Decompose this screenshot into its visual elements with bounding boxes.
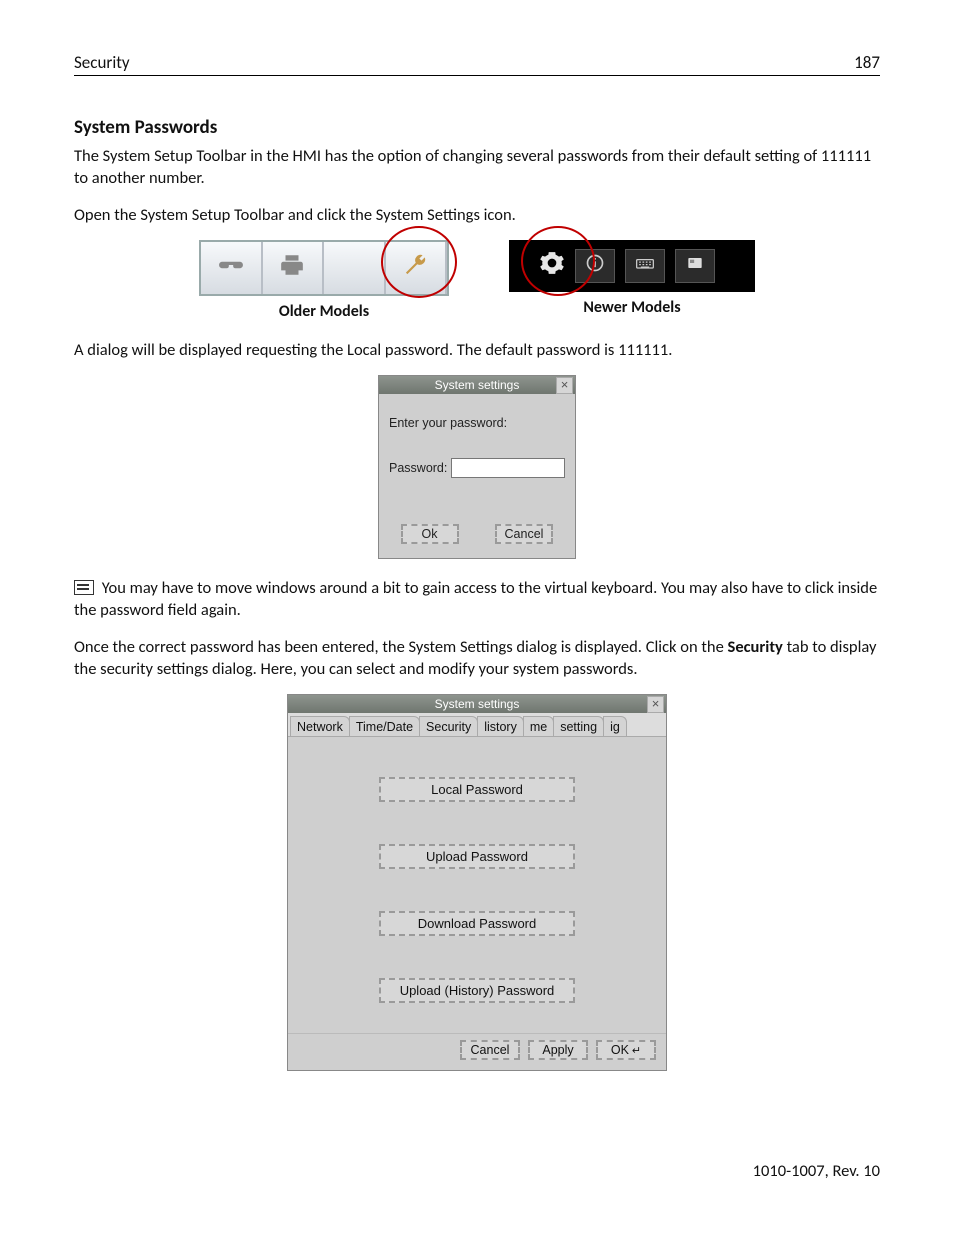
note-text: You may have to move windows around a bi… xyxy=(74,578,877,620)
tab-security[interactable]: Security xyxy=(419,716,478,736)
older-toolbar xyxy=(199,240,449,296)
newer-toolbar xyxy=(509,240,755,292)
paragraph: Once the correct password has been enter… xyxy=(74,636,880,681)
header-section: Security xyxy=(74,52,130,73)
toolbar-button[interactable] xyxy=(575,249,615,283)
paragraph: A dialog will be displayed requesting th… xyxy=(74,339,880,361)
enter-icon: ↵ xyxy=(632,1045,641,1057)
dialog-titlebar: System settings × xyxy=(379,376,575,394)
paragraph: The System Setup Toolbar in the HMI has … xyxy=(74,145,880,190)
toolbar-examples: Older Models xyxy=(74,240,880,321)
note-icon xyxy=(74,580,94,595)
tab-partial[interactable]: ig xyxy=(603,716,627,736)
gear-icon[interactable] xyxy=(539,250,565,281)
wrench-icon xyxy=(402,252,428,283)
toolbar-button[interactable] xyxy=(675,249,715,283)
caption-newer: Newer Models xyxy=(509,298,755,317)
settings-toolbar-button[interactable] xyxy=(386,242,448,294)
toolbar-button[interactable] xyxy=(263,242,325,294)
password-label: Password: xyxy=(389,461,447,475)
printer-icon xyxy=(279,252,305,283)
section-title: System Passwords xyxy=(74,116,880,139)
dialog-prompt: Enter your password: xyxy=(389,416,565,430)
card-icon xyxy=(685,253,705,278)
local-password-button[interactable]: Local Password xyxy=(379,777,575,802)
upload-password-button[interactable]: Upload Password xyxy=(379,844,575,869)
tab-setting[interactable]: setting xyxy=(553,716,604,736)
password-dialog: System settings × Enter your password: P… xyxy=(378,375,576,559)
toolbar-button[interactable] xyxy=(625,249,665,283)
ok-button[interactable]: OK↵ xyxy=(596,1040,656,1060)
dialog-titlebar: System settings × xyxy=(288,695,666,713)
toolbar-button[interactable] xyxy=(324,242,386,294)
info-icon xyxy=(585,253,605,278)
upload-history-password-button[interactable]: Upload (History) Password xyxy=(379,978,575,1003)
dialog-title: System settings xyxy=(435,697,520,711)
tab-network[interactable]: Network xyxy=(290,716,350,736)
system-settings-dialog: System settings × Network Time/Date Secu… xyxy=(287,694,667,1071)
keyboard-icon xyxy=(635,253,655,278)
note-paragraph: You may have to move windows around a bi… xyxy=(74,577,880,622)
goggles-icon xyxy=(218,252,244,283)
cancel-button[interactable]: Cancel xyxy=(460,1040,520,1060)
caption-older: Older Models xyxy=(199,302,449,321)
paragraph: Open the System Setup Toolbar and click … xyxy=(74,204,880,226)
dialog-title: System settings xyxy=(435,378,520,392)
tab-partial[interactable]: me xyxy=(523,716,554,736)
footer-revision: 1010-1007, Rev. 10 xyxy=(753,1161,880,1181)
tab-row: Network Time/Date Security listory me se… xyxy=(288,713,666,737)
tab-time-date[interactable]: Time/Date xyxy=(349,716,420,736)
apply-button[interactable]: Apply xyxy=(528,1040,588,1060)
page-header: Security 187 xyxy=(74,52,880,76)
password-input[interactable] xyxy=(451,458,565,478)
download-password-button[interactable]: Download Password xyxy=(379,911,575,936)
header-page-number: 187 xyxy=(854,52,880,73)
toolbar-button[interactable] xyxy=(201,242,263,294)
close-icon[interactable]: × xyxy=(556,377,573,394)
tab-history[interactable]: listory xyxy=(477,716,524,736)
close-icon[interactable]: × xyxy=(647,696,664,713)
cancel-button[interactable]: Cancel xyxy=(495,524,554,544)
ok-button[interactable]: Ok xyxy=(401,524,459,544)
